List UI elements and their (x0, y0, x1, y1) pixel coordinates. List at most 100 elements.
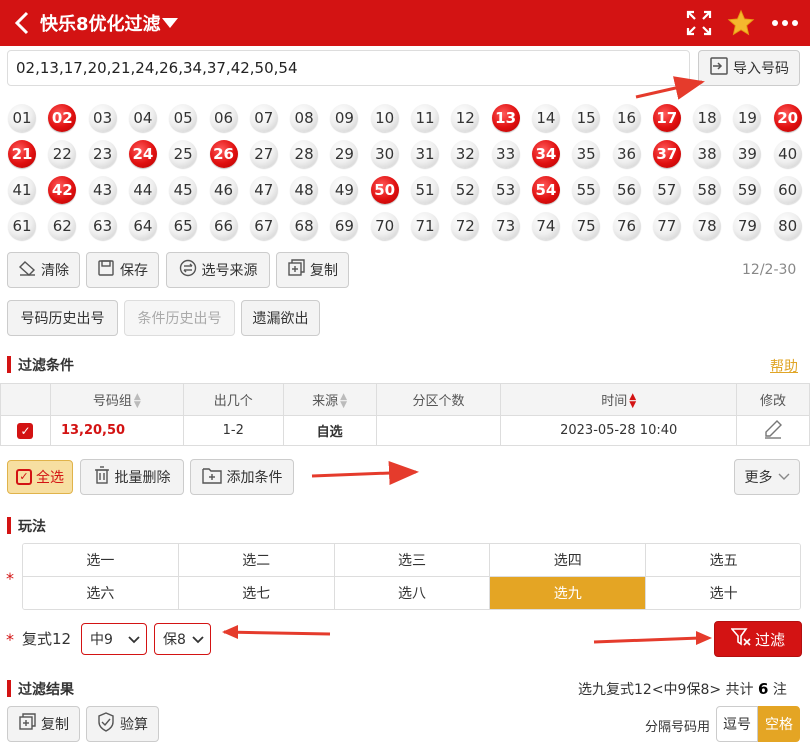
number-ball[interactable]: 05 (169, 104, 198, 132)
number-ball[interactable]: 19 (733, 104, 762, 132)
verify-button[interactable]: 验算 (86, 706, 159, 742)
number-ball[interactable]: 71 (411, 212, 439, 240)
number-ball[interactable]: 31 (411, 140, 439, 168)
back-arrow-icon[interactable] (8, 6, 36, 40)
number-ball[interactable]: 40 (773, 140, 802, 168)
number-ball[interactable]: 11 (411, 104, 439, 132)
number-ball[interactable]: 74 (531, 212, 560, 240)
number-ball[interactable]: 65 (169, 212, 198, 240)
number-history-button[interactable]: 号码历史出号 (7, 300, 118, 336)
number-ball[interactable]: 51 (411, 176, 439, 204)
help-link[interactable]: 帮助 (770, 356, 798, 376)
number-ball[interactable]: 23 (88, 140, 117, 168)
number-ball[interactable]: 25 (169, 140, 198, 168)
number-ball[interactable]: 52 (451, 176, 480, 204)
number-ball[interactable]: 07 (249, 104, 278, 132)
select-all-button[interactable]: ✓ 全选 (7, 460, 73, 494)
number-ball[interactable]: 47 (249, 176, 278, 204)
number-ball[interactable]: 16 (612, 104, 641, 132)
number-ball[interactable]: 18 (693, 104, 722, 132)
number-ball[interactable]: 50 (370, 176, 399, 204)
star-icon[interactable] (727, 9, 755, 37)
row-edit-cell[interactable] (736, 415, 810, 446)
number-ball[interactable]: 78 (693, 212, 722, 240)
number-ball[interactable]: 08 (290, 104, 319, 132)
separator-space-option[interactable]: 空格 (758, 706, 800, 742)
number-ball[interactable]: 03 (88, 104, 117, 132)
number-ball[interactable]: 64 (128, 212, 157, 240)
number-ball[interactable]: 35 (572, 140, 601, 168)
col-number-group[interactable]: 号码组 ▲ ▼ (49, 383, 184, 416)
number-ball[interactable]: 17 (652, 104, 681, 132)
play-option[interactable]: 选九 (490, 577, 647, 609)
row-checkbox-cell[interactable]: ✓ (0, 415, 51, 446)
guarantee-select[interactable]: 保8 (154, 623, 211, 655)
number-ball[interactable]: 15 (572, 104, 601, 132)
add-condition-button[interactable]: 添加条件 (190, 459, 294, 495)
play-option[interactable]: 选二 (178, 544, 335, 577)
number-ball[interactable]: 33 (491, 140, 520, 168)
number-ball[interactable]: 38 (693, 140, 722, 168)
number-ball[interactable]: 45 (169, 176, 198, 204)
number-ball[interactable]: 68 (290, 212, 319, 240)
number-ball[interactable]: 43 (88, 176, 117, 204)
play-option[interactable]: 选三 (334, 544, 491, 577)
number-ball[interactable]: 54 (531, 176, 560, 204)
play-option[interactable]: 选五 (646, 544, 800, 577)
more-icon[interactable] (771, 9, 799, 37)
number-ball[interactable]: 55 (572, 176, 601, 204)
col-source[interactable]: 来源 ▲ ▼ (282, 383, 377, 416)
save-button[interactable]: 保存 (86, 252, 159, 288)
number-ball[interactable]: 77 (652, 212, 681, 240)
number-ball[interactable]: 69 (330, 212, 359, 240)
number-ball[interactable]: 27 (249, 140, 278, 168)
missing-numbers-button[interactable]: 遗漏欲出 (241, 300, 320, 336)
condition-history-button[interactable]: 条件历史出号 (124, 300, 235, 336)
number-ball[interactable]: 49 (330, 176, 359, 204)
number-ball[interactable]: 57 (652, 176, 681, 204)
fullscreen-icon[interactable] (685, 9, 713, 37)
number-ball[interactable]: 29 (330, 140, 359, 168)
copy-results-button[interactable]: 复制 (7, 706, 80, 742)
play-option[interactable]: 选四 (490, 544, 647, 577)
number-ball[interactable]: 70 (370, 212, 399, 240)
number-ball[interactable]: 72 (451, 212, 480, 240)
number-ball[interactable]: 56 (612, 176, 641, 204)
number-ball[interactable]: 75 (572, 212, 601, 240)
number-ball[interactable]: 80 (773, 212, 802, 240)
checkbox-checked-icon[interactable]: ✓ (17, 422, 34, 439)
number-ball[interactable]: 36 (612, 140, 641, 168)
edit-pencil-icon[interactable] (763, 419, 783, 443)
number-ball[interactable]: 14 (531, 104, 560, 132)
number-ball[interactable]: 53 (491, 176, 520, 204)
number-ball[interactable]: 28 (290, 140, 319, 168)
number-ball[interactable]: 01 (8, 104, 36, 132)
number-ball[interactable]: 04 (128, 104, 157, 132)
number-ball[interactable]: 60 (773, 176, 802, 204)
number-ball[interactable]: 67 (249, 212, 278, 240)
import-numbers-button[interactable]: 导入号码 (698, 50, 800, 86)
play-option[interactable]: 选七 (178, 577, 335, 609)
batch-delete-button[interactable]: 批量删除 (80, 459, 184, 495)
page-title[interactable]: 快乐8优化过滤 (40, 10, 161, 36)
number-ball[interactable]: 24 (128, 140, 157, 168)
number-ball[interactable]: 32 (451, 140, 480, 168)
number-ball[interactable]: 30 (370, 140, 399, 168)
number-ball[interactable]: 44 (128, 176, 157, 204)
number-ball[interactable]: 76 (612, 212, 641, 240)
filter-button[interactable]: 过滤 (714, 621, 802, 657)
number-ball[interactable]: 10 (370, 104, 399, 132)
separator-comma-option[interactable]: 逗号 (716, 706, 758, 742)
more-dropdown[interactable]: 更多 (734, 459, 800, 495)
number-ball[interactable]: 09 (330, 104, 359, 132)
numbers-input[interactable]: 02,13,17,20,21,24,26,34,37,42,50,54 (7, 50, 690, 86)
number-ball[interactable]: 37 (652, 140, 681, 168)
number-ball[interactable]: 62 (48, 212, 77, 240)
number-source-button[interactable]: 选号来源 (166, 252, 270, 288)
number-ball[interactable]: 22 (48, 140, 77, 168)
number-ball[interactable]: 79 (733, 212, 762, 240)
number-ball[interactable]: 73 (491, 212, 520, 240)
play-option[interactable]: 选六 (23, 577, 179, 609)
dropdown-caret-icon[interactable] (162, 14, 178, 33)
number-ball[interactable]: 63 (88, 212, 117, 240)
